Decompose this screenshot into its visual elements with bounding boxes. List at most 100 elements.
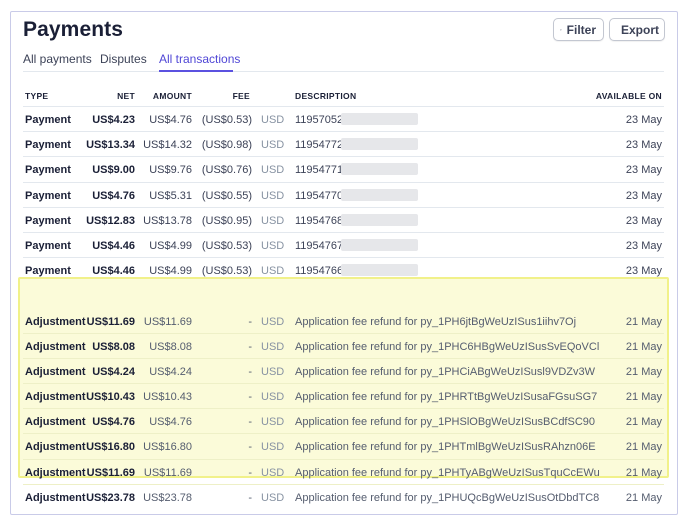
cell-amount: US$13.78 <box>143 214 192 227</box>
cell-fee: (US$0.53) <box>201 239 252 252</box>
cell-fee: (US$0.98) <box>201 139 252 152</box>
header-amount[interactable]: AMOUNT <box>153 91 192 101</box>
header-type[interactable]: TYPE <box>25 91 48 101</box>
table-row[interactable]: Payment US$13.34 US$14.32 (US$0.98) USD 11954… <box>23 132 664 158</box>
filter-button-label: Filter <box>566 22 596 37</box>
cell-available-on: 23 May <box>625 114 662 126</box>
table-header: TYPE NET AMOUNT FEE DESCRIPTION AVAILABL… <box>23 82 664 107</box>
cell-description: 11954772 <box>295 139 344 152</box>
table-row[interactable]: Adjustment US$11.69 US$11.69- USD Applicatio… <box>23 309 664 334</box>
cell-net: US$4.46 <box>92 239 135 252</box>
cell-currency: USD <box>261 189 285 202</box>
cell-currency: USD <box>261 391 285 404</box>
cell-type: Adjustment <box>25 340 86 353</box>
cell-available-on: 21 May <box>625 466 662 479</box>
cell-amount: US$5.31 <box>149 189 192 202</box>
table-row[interactable]: Payment US$4.46 US$4.99 (US$0.53) USD 1195476… <box>23 233 664 259</box>
page-title: Payments <box>23 18 124 41</box>
cell-amount: US$14.32 <box>143 139 192 152</box>
cell-net: US$8.08 <box>92 340 135 353</box>
table-row[interactable]: Adjustment US$4.24 US$4.24 - USD Application … <box>23 359 664 385</box>
active-tab-indicator <box>159 70 233 72</box>
cell-amount: US$8.08 <box>149 340 192 353</box>
cell-currency: USD <box>261 491 285 504</box>
cell-available-on: 23 May <box>625 265 662 278</box>
filter-button[interactable]: Filter <box>553 18 604 41</box>
cell-type: Payment <box>25 114 71 126</box>
cell-description: 11954770 <box>295 189 344 202</box>
cell-fee: (US$0.76) <box>201 164 252 177</box>
cell-type: Payment <box>25 239 71 252</box>
table-row[interactable]: Payment US$4.23 US$4.76 (US$0.53) USD 1195705… <box>23 107 664 133</box>
cell-type: Adjustment <box>25 441 86 454</box>
table-row[interactable]: Adjustment US$11.69 US$11.69- USD Applicatio… <box>23 460 664 485</box>
table-row[interactable]: Adjustment US$23.78 US$23.78- USD Applicatio… <box>23 485 664 510</box>
cell-available-on: 23 May <box>625 139 662 152</box>
cell-fee: - <box>248 315 252 328</box>
header-fee[interactable]: FEE <box>233 91 250 101</box>
cell-net: US$11.69 <box>86 315 135 328</box>
header-available-on[interactable]: AVAILABLE ON <box>596 91 662 101</box>
transactions-table: TYPE NET AMOUNT FEE DESCRIPTION AVAILABL… <box>18 82 669 510</box>
cell-description: Application fee refund for py_1PHCiABgWe… <box>295 365 595 378</box>
cell-currency: USD <box>261 441 285 454</box>
cell-available-on: 21 May <box>625 416 662 429</box>
table-row[interactable]: Adjustment US$4.76 US$4.76 - USD Application … <box>23 409 664 435</box>
table-row[interactable]: Payment US$4.76 US$5.31 (US$0.55) USD 1195477… <box>23 183 664 208</box>
cell-available-on: 21 May <box>625 491 662 504</box>
cell-available-on: 21 May <box>625 340 662 353</box>
cell-net: US$13.34 <box>86 139 135 152</box>
cell-currency: USD <box>261 466 285 479</box>
cell-fee: - <box>248 416 252 429</box>
payments-panel: Payments Filter Export All payments Disp… <box>10 11 678 515</box>
cell-fee: - <box>248 365 252 378</box>
cell-available-on: 23 May <box>625 239 662 252</box>
cell-amount: US$11.69 <box>143 466 192 479</box>
redacted-description <box>341 163 418 176</box>
header-net[interactable]: NET <box>117 91 135 101</box>
cell-type: Payment <box>25 214 71 227</box>
cell-type: Payment <box>25 189 71 202</box>
cell-available-on: 23 May <box>625 189 662 202</box>
tab-all-transactions[interactable]: All transactions <box>159 52 240 66</box>
redacted-description <box>341 138 418 151</box>
cell-fee: - <box>248 391 252 404</box>
export-button[interactable]: Export <box>609 18 665 41</box>
cell-currency: USD <box>261 114 285 126</box>
cell-amount: US$4.99 <box>149 239 192 252</box>
cell-available-on: 21 May <box>625 365 662 378</box>
cell-currency: USD <box>261 139 285 152</box>
cell-type: Adjustment <box>25 491 86 504</box>
cell-fee: - <box>248 491 252 504</box>
cell-description: Application fee refund for py_1PHSlOBgWe… <box>295 416 596 429</box>
cell-fee: - <box>248 441 252 454</box>
cell-available-on: 21 May <box>625 391 662 404</box>
tab-all-payments[interactable]: All payments <box>23 52 92 66</box>
table-row[interactable]: Payment US$12.83 US$13.78 (US$0.95) USD 11954… <box>23 208 664 233</box>
cell-currency: USD <box>261 315 285 328</box>
cell-net: US$4.76 <box>92 189 135 202</box>
cell-description: Application fee refund for py_1PHC6HBgWe… <box>295 340 600 353</box>
redacted-description <box>341 113 418 125</box>
cell-available-on: 21 May <box>625 315 662 328</box>
cell-type: Payment <box>25 164 71 177</box>
cell-description: Application fee refund for py_1PHUQcBgWe… <box>295 491 600 504</box>
cell-net: US$12.83 <box>86 214 135 227</box>
cell-amount: US$9.76 <box>149 164 192 177</box>
cell-net: US$4.24 <box>92 365 135 378</box>
tab-disputes[interactable]: Disputes <box>100 52 147 66</box>
table-row[interactable]: Adjustment US$10.43 US$10.43- USD Applicatio… <box>23 384 664 410</box>
cell-currency: USD <box>261 239 285 252</box>
cell-type: Payment <box>25 265 71 278</box>
cell-description: 11954771 <box>295 164 344 177</box>
header-description[interactable]: DESCRIPTION <box>295 91 356 101</box>
cell-currency: USD <box>261 416 285 429</box>
cell-amount: US$10.43 <box>143 391 192 404</box>
table-row[interactable]: Adjustment US$16.80 US$16.80- USD Applicatio… <box>23 434 664 460</box>
cell-currency: USD <box>261 164 285 177</box>
cell-description: Application fee refund for py_1PHTmlBgWe… <box>295 441 596 454</box>
table-row[interactable]: Payment US$9.00 US$9.76 (US$0.76) USD 1195477… <box>23 157 664 183</box>
cell-type: Adjustment <box>25 391 86 404</box>
table-row[interactable]: Adjustment US$8.08 US$8.08 - USD Application … <box>23 334 664 359</box>
cell-currency: USD <box>261 214 285 227</box>
